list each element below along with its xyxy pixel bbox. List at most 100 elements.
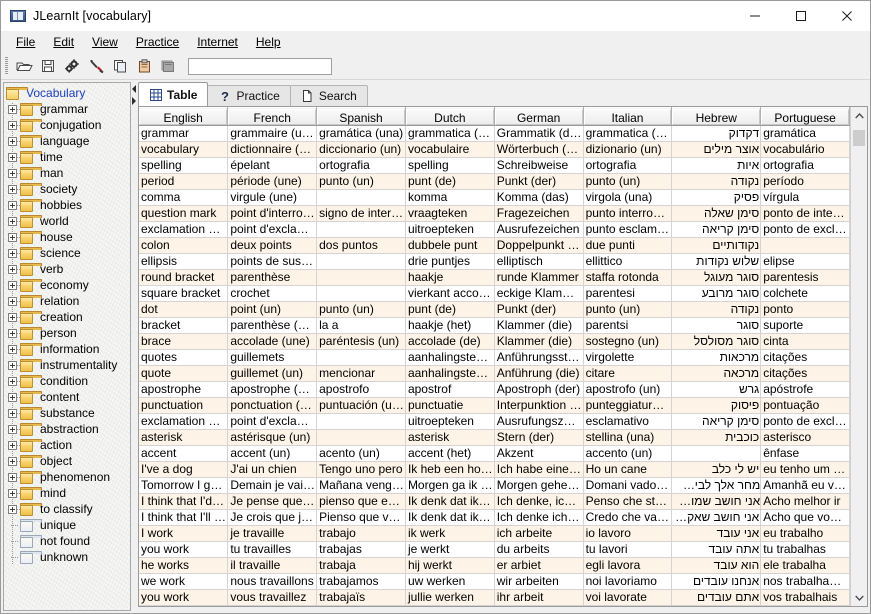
cell-portuguese[interactable]: Amanhã eu vo… bbox=[761, 478, 850, 494]
expand-icon[interactable] bbox=[6, 263, 19, 276]
table-row[interactable]: colondeux pointsdos puntosdubbele puntDo… bbox=[139, 238, 850, 254]
copy-icon[interactable] bbox=[108, 55, 132, 77]
cell-hebrew[interactable]: אתה עובד bbox=[672, 542, 761, 558]
cell-french[interactable]: dictionnaire (un) bbox=[228, 142, 317, 158]
cell-hebrew[interactable]: דקדוק bbox=[672, 126, 761, 142]
cell-dutch[interactable]: Ik heb een hond bbox=[405, 462, 494, 478]
cell-english[interactable]: question mark bbox=[139, 206, 228, 222]
cell-spanish[interactable] bbox=[317, 254, 406, 270]
cell-portuguese[interactable]: vos trabalhais bbox=[761, 590, 850, 606]
cell-dutch[interactable]: haakje (het) bbox=[405, 318, 494, 334]
cell-italian[interactable]: parentsi bbox=[583, 318, 672, 334]
table-row[interactable]: accentaccent (un)acento (un)accent (het)… bbox=[139, 446, 850, 462]
cell-italian[interactable]: dizionario (un) bbox=[583, 142, 672, 158]
cell-italian[interactable]: ortografia bbox=[583, 158, 672, 174]
cell-hebrew[interactable]: אנחנו עובדים bbox=[672, 574, 761, 590]
cell-english[interactable]: square bracket bbox=[139, 286, 228, 302]
expand-icon[interactable] bbox=[6, 487, 19, 500]
cell-portuguese[interactable]: cinta bbox=[761, 334, 850, 350]
column-header-french[interactable]: French bbox=[228, 108, 317, 126]
cell-french[interactable]: Demain je vais … bbox=[228, 478, 317, 494]
cell-italian[interactable]: due punti bbox=[583, 238, 672, 254]
cell-hebrew[interactable]: סוגר bbox=[672, 318, 761, 334]
cell-french[interactable]: point d'exclama… bbox=[228, 222, 317, 238]
cell-french[interactable]: je travaille bbox=[228, 526, 317, 542]
expand-icon[interactable] bbox=[6, 311, 19, 324]
tree-item-phenomenon[interactable]: phenomenon bbox=[4, 469, 130, 485]
cell-french[interactable]: nous travaillons bbox=[228, 574, 317, 590]
cell-hebrew[interactable]: שלוש נקודות bbox=[672, 254, 761, 270]
save-icon[interactable] bbox=[36, 55, 60, 77]
tree-item-grammar[interactable]: grammar bbox=[4, 101, 130, 117]
cell-french[interactable]: épelant bbox=[228, 158, 317, 174]
cell-spanish[interactable]: trabaja bbox=[317, 558, 406, 574]
cell-portuguese[interactable]: ponto de excla… bbox=[761, 414, 850, 430]
cell-dutch[interactable]: jullie werken bbox=[405, 590, 494, 606]
cell-italian[interactable]: staffa rotonda bbox=[583, 270, 672, 286]
table-row[interactable]: braceaccolade (une)paréntesis (un)accola… bbox=[139, 334, 850, 350]
table-row[interactable]: you worktu travaillestrabajasje werktdu … bbox=[139, 542, 850, 558]
cell-hebrew[interactable]: סימן שאלה bbox=[672, 206, 761, 222]
cell-spanish[interactable] bbox=[317, 350, 406, 366]
tree-item-creation[interactable]: creation bbox=[4, 309, 130, 325]
column-header-english[interactable]: English bbox=[139, 108, 228, 126]
tree-item-condition[interactable]: condition bbox=[4, 373, 130, 389]
cell-german[interactable]: Fragezeichen bbox=[494, 206, 583, 222]
cell-spanish[interactable] bbox=[317, 222, 406, 238]
cell-portuguese[interactable]: Acho que vou … bbox=[761, 510, 850, 526]
cell-portuguese[interactable]: ponto de excla… bbox=[761, 222, 850, 238]
table-row[interactable]: apostropheapostrophe (une)apostrofoapost… bbox=[139, 382, 850, 398]
table-row[interactable]: quotesguillemetsaanhalingstekensAnführun… bbox=[139, 350, 850, 366]
cell-dutch[interactable]: accolade (de) bbox=[405, 334, 494, 350]
cell-dutch[interactable]: uitroepteken bbox=[405, 222, 494, 238]
expand-icon[interactable] bbox=[6, 103, 19, 116]
cell-french[interactable]: parenthèse (une) bbox=[228, 318, 317, 334]
table-row[interactable]: bracketparenthèse (une)la ahaakje (het)K… bbox=[139, 318, 850, 334]
cell-german[interactable]: elliptisch bbox=[494, 254, 583, 270]
cell-german[interactable]: Punkt (der) bbox=[494, 174, 583, 190]
table-row[interactable]: Tomorrow I go …Demain je vais …Mañana ve… bbox=[139, 478, 850, 494]
search-input[interactable] bbox=[188, 58, 332, 75]
tree-item-conjugation[interactable]: conjugation bbox=[4, 117, 130, 133]
cell-dutch[interactable]: spelling bbox=[405, 158, 494, 174]
chevron-up-icon[interactable] bbox=[851, 107, 867, 124]
cell-italian[interactable]: accento (un) bbox=[583, 446, 672, 462]
cell-english[interactable]: quote bbox=[139, 366, 228, 382]
cell-dutch[interactable]: punctuatie bbox=[405, 398, 494, 414]
table-row[interactable]: square bracketcrochetvierkant accoladeec… bbox=[139, 286, 850, 302]
cell-english[interactable]: asterisk bbox=[139, 430, 228, 446]
cell-italian[interactable]: tu lavori bbox=[583, 542, 672, 558]
collapse-right-icon[interactable] bbox=[132, 97, 136, 105]
expand-icon[interactable] bbox=[6, 503, 19, 516]
cell-dutch[interactable]: dubbele punt bbox=[405, 238, 494, 254]
expand-icon[interactable] bbox=[6, 135, 19, 148]
cell-italian[interactable]: citare bbox=[583, 366, 672, 382]
cell-italian[interactable]: stellina (una) bbox=[583, 430, 672, 446]
cell-french[interactable]: ponctuation (une) bbox=[228, 398, 317, 414]
tree-item-economy[interactable]: economy bbox=[4, 277, 130, 293]
cell-spanish[interactable] bbox=[317, 286, 406, 302]
toolbar-grip[interactable] bbox=[5, 57, 8, 75]
cell-italian[interactable]: virgolette bbox=[583, 350, 672, 366]
tab-table[interactable]: Table bbox=[138, 82, 208, 106]
tree-item-man[interactable]: man bbox=[4, 165, 130, 181]
cell-english[interactable]: we work bbox=[139, 574, 228, 590]
scrollbar-track[interactable] bbox=[851, 124, 867, 589]
cell-french[interactable]: points de susp… bbox=[228, 254, 317, 270]
cell-german[interactable]: Ausrufungszeic… bbox=[494, 414, 583, 430]
tab-practice[interactable]: ? Practice bbox=[207, 85, 290, 106]
table-row[interactable]: quoteguillemet (un)mencionaraanhalingste… bbox=[139, 366, 850, 382]
cell-german[interactable]: Akzent bbox=[494, 446, 583, 462]
tree-item-substance[interactable]: substance bbox=[4, 405, 130, 421]
table-row[interactable]: punctuationponctuation (une)puntuación (… bbox=[139, 398, 850, 414]
cell-hebrew[interactable]: נקודה bbox=[672, 174, 761, 190]
cell-french[interactable]: guillemet (un) bbox=[228, 366, 317, 382]
cell-portuguese[interactable]: ortografia bbox=[761, 158, 850, 174]
cell-dutch[interactable]: Ik denk dat ik n… bbox=[405, 510, 494, 526]
cell-italian[interactable]: voi lavorate bbox=[583, 590, 672, 606]
cell-english[interactable]: I've a dog bbox=[139, 462, 228, 478]
column-header-dutch[interactable]: Dutch bbox=[405, 108, 494, 126]
cell-hebrew[interactable]: אני חושב שמוט… bbox=[672, 494, 761, 510]
cell-spanish[interactable] bbox=[317, 190, 406, 206]
table-row[interactable]: exclamation markpoint d'exclama…uitroept… bbox=[139, 414, 850, 430]
